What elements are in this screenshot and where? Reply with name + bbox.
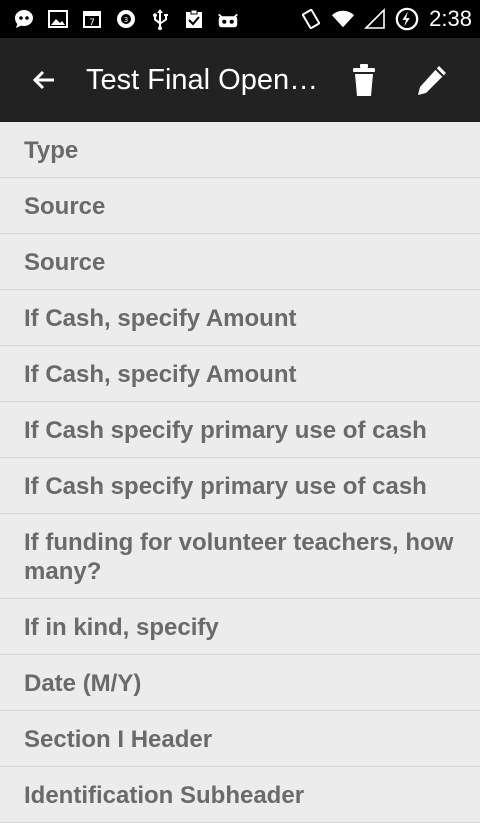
status-bar: 7 3 2:38 [0, 0, 480, 38]
wifi-icon [331, 7, 355, 31]
chat-icon [12, 7, 36, 31]
list-item[interactable]: Section I Header [0, 711, 480, 767]
rotate-icon [299, 7, 323, 31]
battery-charging-icon [395, 7, 419, 31]
list-item[interactable]: Date (M/Y) [0, 655, 480, 711]
android-icon [216, 7, 240, 31]
list-item[interactable]: If Cash specify primary use of cash [0, 458, 480, 514]
delete-button[interactable] [338, 54, 390, 106]
page-title: Test Final Open… [86, 63, 319, 96]
list-item[interactable]: Type [0, 122, 480, 178]
pencil-icon [418, 66, 446, 95]
usb-icon [148, 7, 172, 31]
list-item[interactable]: Source [0, 234, 480, 290]
list-item[interactable]: Source [0, 178, 480, 234]
edit-button[interactable] [406, 54, 458, 106]
app-bar: Test Final Open… [0, 38, 480, 122]
list-item[interactable]: If funding for volunteer teachers, how m… [0, 514, 480, 599]
list-item[interactable]: If Cash, specify Amount [0, 290, 480, 346]
notification-icons: 7 3 [12, 7, 299, 31]
signal-icon [363, 7, 387, 31]
back-button[interactable] [24, 60, 64, 100]
list-item[interactable]: If Cash specify primary use of cash [0, 402, 480, 458]
settings-badge-icon: 3 [114, 7, 138, 31]
list-item[interactable]: If in kind, specify [0, 599, 480, 655]
image-icon [46, 7, 70, 31]
arrow-left-icon [32, 70, 54, 90]
list-item[interactable]: Identification Subheader [0, 767, 480, 823]
system-icons: 2:38 [299, 6, 472, 32]
trash-icon [353, 64, 375, 96]
svg-text:3: 3 [124, 16, 128, 24]
clipboard-check-icon [182, 7, 206, 31]
svg-text:7: 7 [89, 18, 95, 28]
status-time: 2:38 [429, 6, 472, 31]
list-item[interactable]: If Cash, specify Amount [0, 346, 480, 402]
calendar-icon: 7 [80, 7, 104, 31]
field-list[interactable]: Type Source Source If Cash, specify Amount I… [0, 122, 480, 823]
